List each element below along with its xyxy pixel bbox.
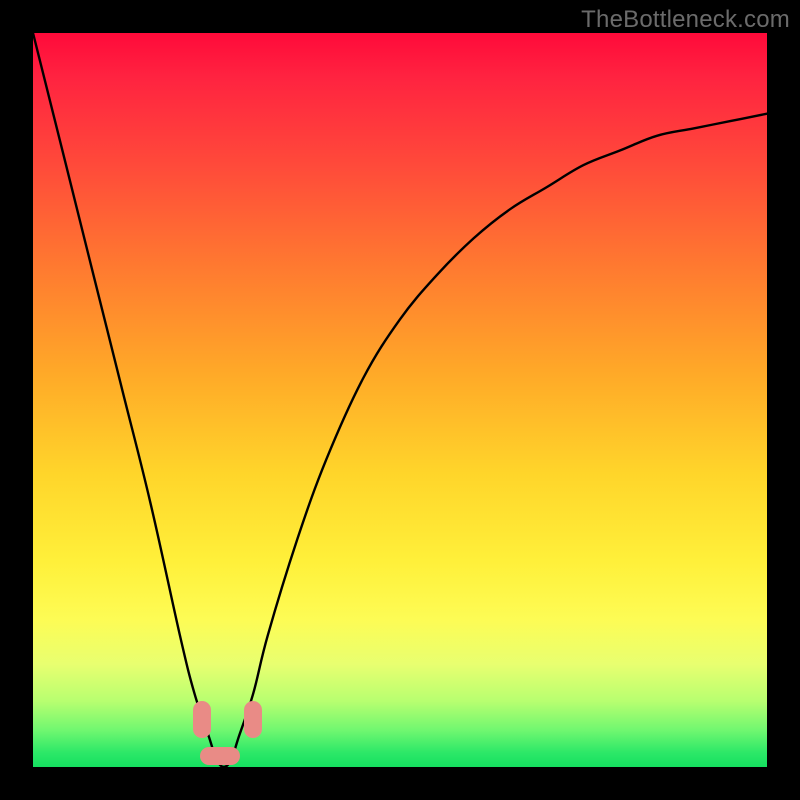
chart-frame: TheBottleneck.com xyxy=(0,0,800,800)
curve-path xyxy=(33,33,767,767)
marker-valley-bottom xyxy=(200,747,240,765)
bottleneck-curve xyxy=(33,33,767,767)
watermark-text: TheBottleneck.com xyxy=(581,6,790,34)
chart-plot-area xyxy=(33,33,767,767)
marker-valley-left xyxy=(193,701,211,738)
marker-valley-right xyxy=(244,701,262,738)
